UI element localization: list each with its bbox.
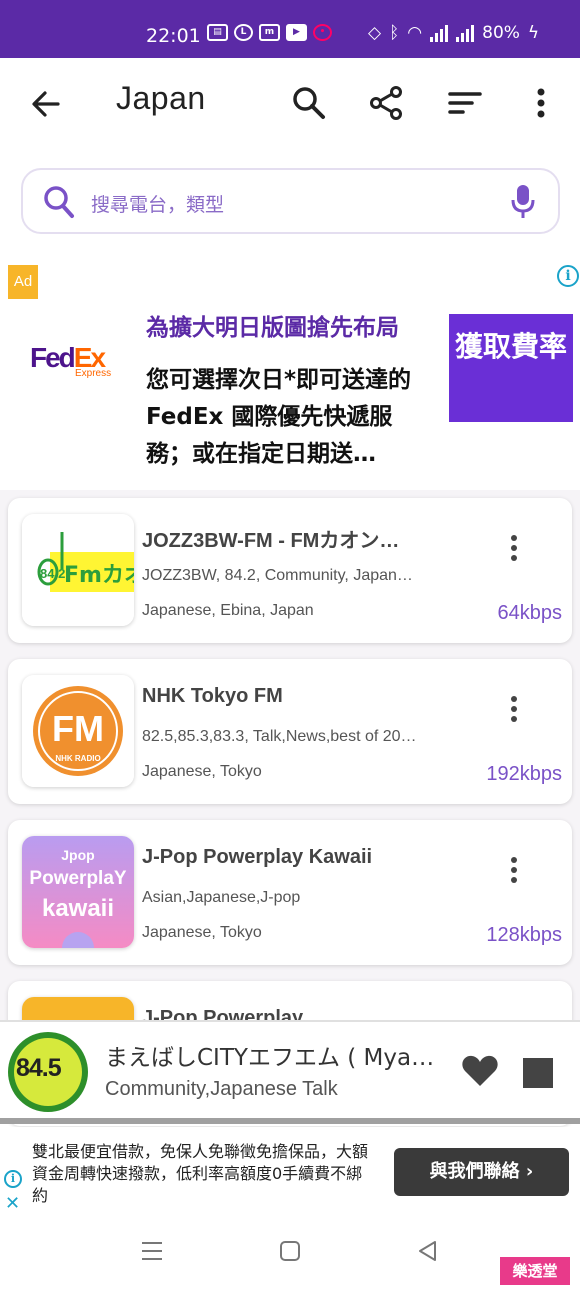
ad-close-icon[interactable]: ✕	[5, 1193, 20, 1214]
panda-icon: •	[313, 24, 332, 41]
more-vert-icon[interactable]	[502, 532, 526, 566]
ad-headline[interactable]: 為擴大明日版圖搶先布局	[146, 308, 399, 342]
search-field-icon	[44, 186, 74, 218]
favorite-heart-icon[interactable]	[461, 1054, 499, 1088]
ad-cta-button[interactable]: 獲取費率	[449, 314, 573, 422]
ad-banner-bottom[interactable]: 雙北最便宜借款，免保人免聯徵免擔保品，大額資金周轉快速撥款，低利率高額度0手續費…	[0, 1127, 580, 1217]
watermark: 樂透堂	[500, 1257, 570, 1285]
nav-back-icon[interactable]	[416, 1240, 438, 1262]
station-logo: Jpop PowerplaY kawaii	[22, 836, 134, 948]
svg-text:Jpop: Jpop	[61, 847, 94, 863]
status-bar: 22:01 ▤ L m ▶ • ◇ ᛒ ◠ 80% ϟ	[0, 0, 580, 58]
station-tags: 82.5,85.3,83.3, Talk,News,best of 20…	[142, 728, 417, 745]
charging-icon: ϟ	[527, 23, 540, 43]
station-location: Japanese, Tokyo	[142, 763, 262, 780]
jpop-powerplay-kawaii-logo-image: Jpop PowerplaY kawaii	[22, 836, 134, 948]
station-logo: FM NHK RADIO	[22, 675, 134, 787]
now-playing-title: まえばしCITYエフエム ( Mya…	[105, 1045, 435, 1071]
station-location: Japanese, Tokyo	[142, 924, 262, 941]
station-bitrate: 128kbps	[486, 924, 562, 946]
more-vert-icon[interactable]	[502, 693, 526, 727]
svg-text:FM: FM	[52, 708, 104, 749]
svg-text:NHK RADIO: NHK RADIO	[55, 754, 100, 763]
station-card[interactable]: 84.2 Fmカオン JOZZ3BW-FM - FMカオン… JOZZ3BW, …	[8, 498, 572, 643]
station-card[interactable]: FM NHK RADIO NHK Tokyo FM 82.5,85.3,83.3…	[8, 659, 572, 804]
advertiser-logo: FedEx Express	[18, 306, 130, 418]
sort-icon[interactable]	[446, 84, 484, 122]
station-bitrate: 192kbps	[486, 763, 562, 785]
station-tags: Asian,Japanese,J-pop	[142, 889, 301, 906]
ad-body: 您可選擇次日*即可送達的 FedEx 國際優先快遞服務；或在指定日期送…	[146, 367, 412, 467]
news-app-icon: m	[259, 24, 280, 41]
share-icon[interactable]	[368, 84, 406, 122]
home-icon[interactable]	[279, 1240, 301, 1262]
bluetooth-icon: ᛒ	[389, 23, 400, 43]
youtube-icon: ▶	[286, 24, 307, 41]
now-playing-logo: 84.5	[8, 1032, 88, 1112]
signal-icon	[430, 24, 449, 42]
page-title: Japan	[116, 80, 206, 116]
more-vert-icon[interactable]	[522, 84, 560, 122]
stop-button[interactable]	[523, 1058, 553, 1088]
station-name: NHK Tokyo FM	[142, 685, 283, 707]
station-location: Japanese, Ebina, Japan	[142, 602, 314, 619]
more-vert-icon[interactable]	[502, 854, 526, 888]
ad-badge: Ad	[8, 265, 38, 299]
station-card[interactable]: Jpop PowerplaY kawaii J-Pop Powerplay Ka…	[8, 820, 572, 965]
svg-text:kawaii: kawaii	[42, 895, 114, 922]
station-name: JOZZ3BW-FM - FMカオン…	[142, 530, 400, 552]
svg-text:Fmカオン: Fmカオン	[64, 563, 134, 588]
ad-info-icon[interactable]: i	[557, 265, 579, 287]
search-input[interactable]: 搜尋電台，類型	[21, 168, 560, 234]
ad-bottom-text: 雙北最便宜借款，免保人免聯徵免擔保品，大額資金周轉快速撥款，低利率高額度0手續費…	[32, 1142, 369, 1205]
station-name: J-Pop Powerplay Kawaii	[142, 846, 373, 868]
wifi-icon: ◠	[407, 23, 423, 43]
radio-icon: ▤	[207, 24, 228, 41]
signal-icon-2	[456, 24, 475, 42]
drop-icon: ◇	[368, 23, 382, 43]
svg-text:PowerplaY: PowerplaY	[29, 868, 126, 889]
battery-level: 80%	[482, 23, 520, 43]
app-bar: Japan	[0, 58, 580, 148]
nhk-radio-logo-image: FM NHK RADIO	[22, 675, 134, 787]
station-logo: 84.2 Fmカオン	[22, 514, 134, 626]
status-time: 22:01	[146, 25, 201, 47]
fm-kaon-logo-image: 84.2 Fmカオン	[22, 514, 134, 626]
ad-info-icon[interactable]: i	[4, 1170, 22, 1188]
line-app-icon: L	[234, 24, 253, 41]
now-playing-subtitle: Community,Japanese Talk	[105, 1078, 338, 1100]
fedex-logo-sub: Express	[75, 368, 112, 379]
notification-icons: ▤ L m ▶ •	[207, 24, 332, 41]
search-placeholder: 搜尋電台，類型	[91, 194, 225, 216]
station-tags: JOZZ3BW, 84.2, Community, Japan…	[142, 567, 413, 584]
microphone-icon[interactable]	[511, 183, 535, 221]
recent-apps-icon[interactable]	[140, 1240, 164, 1262]
system-navigation-bar	[0, 1217, 580, 1289]
now-playing-logo-text: 84.5	[16, 1054, 62, 1082]
system-status-icons: ◇ ᛒ ◠ 80% ϟ	[368, 23, 539, 43]
back-arrow-icon[interactable]	[28, 86, 64, 122]
now-playing-bar[interactable]: 84.5 まえばしCITYエフエム ( Mya… Community,Japan…	[0, 1020, 580, 1124]
station-bitrate: 64kbps	[497, 602, 563, 624]
ad-bottom-cta-button[interactable]: 與我們聯絡 ›	[394, 1148, 569, 1196]
search-icon[interactable]	[290, 84, 328, 122]
